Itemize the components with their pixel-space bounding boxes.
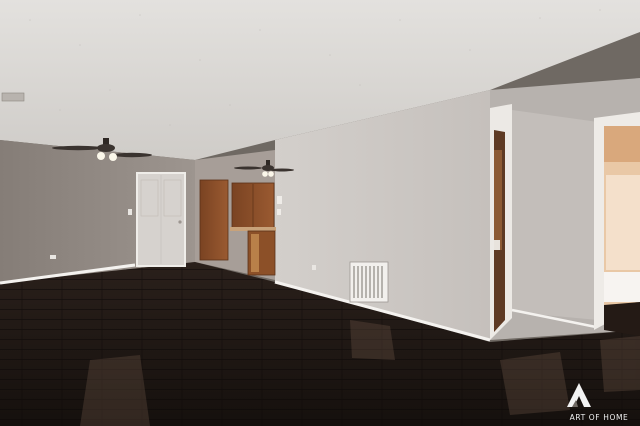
wall-outlet — [312, 265, 316, 270]
door-knob — [178, 220, 182, 224]
hallway-inner-wall — [512, 110, 598, 320]
room-illustration — [0, 0, 640, 426]
counter-top — [230, 227, 276, 231]
art-of-home-logo-icon — [567, 383, 591, 407]
wood-door — [199, 179, 229, 261]
thermostat — [277, 196, 282, 204]
room-photo: ART OF HOME — [0, 0, 640, 426]
floor-vent — [349, 261, 389, 303]
ceiling-vent — [1, 92, 25, 102]
watermark: ART OF HOME — [566, 382, 632, 422]
light-switch — [128, 209, 132, 215]
wall-outlet — [50, 255, 56, 259]
watermark-text: ART OF HOME — [569, 413, 629, 422]
